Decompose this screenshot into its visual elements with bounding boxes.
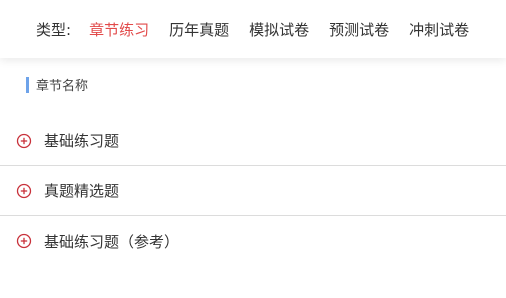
tab-mock-exams[interactable]: 模拟试卷 bbox=[249, 19, 309, 40]
plus-circle-icon[interactable] bbox=[16, 183, 32, 199]
type-filter-bar: 类型: 章节练习 历年真题 模拟试卷 预测试卷 冲刺试卷 bbox=[0, 0, 506, 58]
chapter-list: 基础练习题 真题精选题 基础练习题（参考） bbox=[0, 116, 506, 266]
chapter-label: 真题精选题 bbox=[44, 182, 120, 200]
plus-circle-icon[interactable] bbox=[16, 133, 32, 149]
tab-sprint-exams[interactable]: 冲刺试卷 bbox=[409, 19, 469, 40]
chapter-item-basic-practice[interactable]: 基础练习题 bbox=[0, 116, 506, 166]
type-label: 类型: bbox=[36, 20, 72, 39]
section-title: 章节名称 bbox=[36, 79, 89, 94]
section-header: 章节名称 bbox=[26, 76, 89, 94]
section-accent-bar bbox=[26, 76, 29, 93]
plus-circle-icon[interactable] bbox=[16, 233, 32, 249]
chapter-item-basic-practice-reference[interactable]: 基础练习题（参考） bbox=[0, 216, 506, 266]
tab-chapter-practice[interactable]: 章节练习 bbox=[89, 19, 149, 40]
chapter-item-selected-real-questions[interactable]: 真题精选题 bbox=[0, 166, 506, 216]
chapter-label: 基础练习题（参考） bbox=[44, 232, 180, 251]
tab-predicted-exams[interactable]: 预测试卷 bbox=[329, 19, 389, 40]
tab-past-exams[interactable]: 历年真题 bbox=[169, 19, 229, 40]
chapter-label: 基础练习题 bbox=[44, 132, 120, 150]
